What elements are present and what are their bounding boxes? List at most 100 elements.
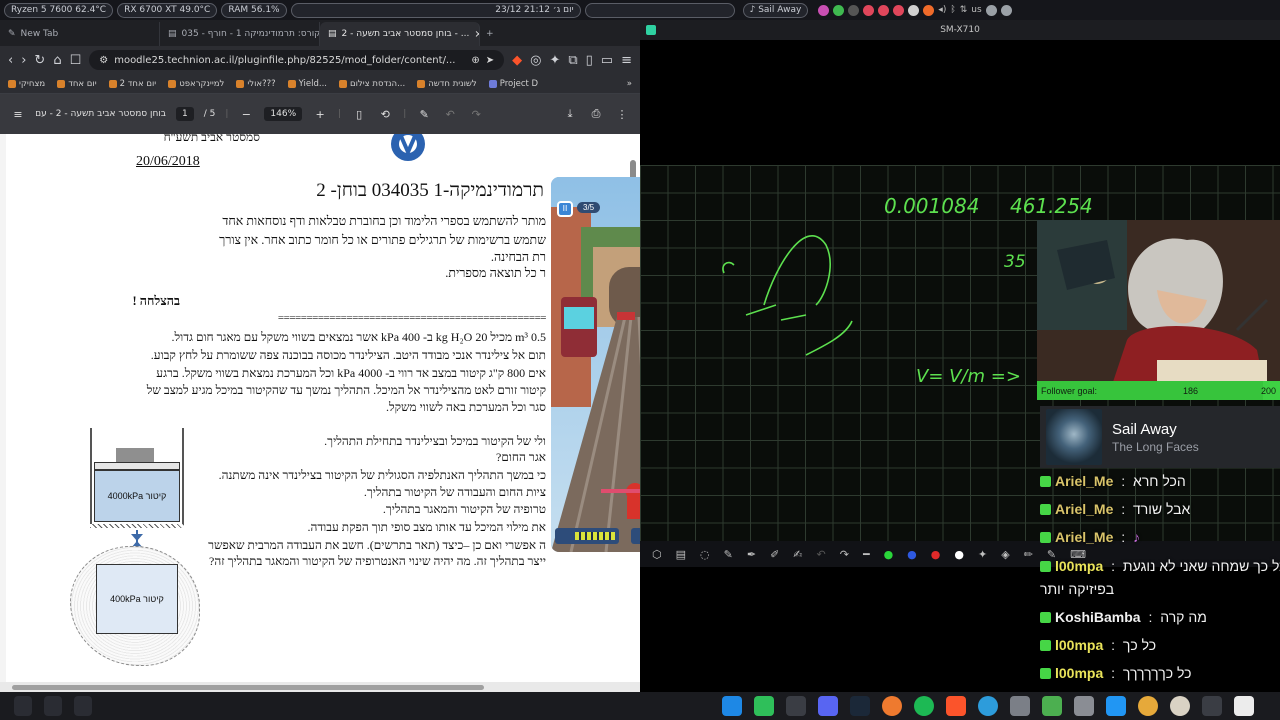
notifications-icon[interactable]: [985, 4, 997, 16]
tray-record-icon[interactable]: [893, 4, 905, 16]
color-green-swatch[interactable]: ●: [884, 548, 894, 561]
redo-icon[interactable]: ↷: [468, 108, 484, 121]
marker-icon[interactable]: ✏: [1024, 548, 1033, 561]
bluetooth-icon[interactable]: ᛒ: [950, 5, 955, 15]
new-tab-button[interactable]: +: [480, 22, 504, 46]
files-icon[interactable]: [1074, 696, 1094, 716]
tray-record-icon[interactable]: [863, 4, 875, 16]
terminal-icon[interactable]: [786, 696, 806, 716]
tray-app-icon[interactable]: [848, 4, 860, 16]
tray-app-icon[interactable]: [818, 4, 830, 16]
desktop-icon[interactable]: [44, 696, 62, 716]
tray-app-icon[interactable]: [923, 4, 935, 16]
extensions-puzzle-icon[interactable]: ⧉: [568, 53, 577, 68]
undo-icon[interactable]: ↶: [817, 548, 826, 561]
layers-icon[interactable]: [1042, 696, 1062, 716]
zoom-level[interactable]: 146%: [264, 107, 303, 121]
pdf-menu-icon[interactable]: ≡: [10, 108, 26, 121]
pdf-horizontal-scrollbar[interactable]: [0, 682, 640, 692]
zoom-out-icon[interactable]: −: [238, 108, 254, 121]
firefox-icon[interactable]: [882, 696, 902, 716]
app-icon[interactable]: [978, 696, 998, 716]
color-red-swatch[interactable]: ●: [931, 548, 941, 561]
app-icon[interactable]: [1170, 696, 1190, 716]
forward-icon[interactable]: ›: [21, 53, 26, 68]
extension-icon[interactable]: ✦: [549, 53, 560, 68]
zoom-in-icon[interactable]: +: [312, 108, 328, 121]
sparkle-icon[interactable]: ✦: [978, 548, 987, 561]
sidebar-icon[interactable]: ▯: [586, 53, 593, 68]
tab-course[interactable]: ▤קורס: תרמודינמיקה 1 - חורף - 035×: [160, 22, 320, 46]
discord-icon[interactable]: [818, 696, 838, 716]
zoom-icon[interactable]: ⊕: [471, 55, 479, 66]
highlighter-icon[interactable]: ✎: [724, 548, 733, 561]
bookmark-item[interactable]: הנדסת צילום...: [338, 79, 405, 89]
bookmark-item[interactable]: לשונית חדשה: [417, 79, 477, 89]
share-icon[interactable]: ➤: [486, 55, 494, 66]
media-widget[interactable]: ♪ Sail Away: [742, 2, 809, 18]
app-icon[interactable]: [1010, 696, 1030, 716]
site-info-icon[interactable]: ⚙: [99, 55, 108, 66]
more-options-icon[interactable]: ⋮: [614, 108, 630, 121]
tray-steam-icon[interactable]: [908, 4, 920, 16]
spotify-icon[interactable]: [914, 696, 934, 716]
line-thickness-icon[interactable]: ━: [863, 548, 870, 561]
bookmark-item[interactable]: למיינקראפט: [168, 79, 224, 89]
workspace-indicator[interactable]: [584, 2, 735, 18]
windows-start-icon[interactable]: [722, 696, 742, 716]
tab-exam-pdf[interactable]: ▤בוחן סמסטר אביב תשעה - 2 - ...×: [320, 22, 480, 46]
annotate-icon[interactable]: ✎: [416, 108, 432, 121]
brave-icon[interactable]: [946, 696, 966, 716]
volume-icon[interactable]: ◂): [938, 5, 946, 15]
undo-icon[interactable]: ↶: [442, 108, 458, 121]
back-icon[interactable]: ‹: [8, 53, 13, 68]
home-icon[interactable]: ⌂: [53, 53, 61, 68]
store-icon[interactable]: [1106, 696, 1126, 716]
brave-shield-icon[interactable]: ◆: [512, 53, 522, 68]
settings-icon[interactable]: [1202, 696, 1222, 716]
network-icon[interactable]: ⇅: [960, 5, 968, 15]
bookmark-item[interactable]: יום אחד: [57, 79, 97, 89]
redo-icon[interactable]: ↷: [840, 548, 849, 561]
extension-icon[interactable]: ◎: [530, 53, 541, 68]
address-bar[interactable]: ⚙ moodle25.technion.ac.il/pluginfile.php…: [89, 50, 505, 70]
workspace-icon[interactable]: [74, 696, 92, 716]
bookmark-item[interactable]: מצחיקי: [8, 79, 45, 89]
pen-icon[interactable]: ✒: [747, 548, 756, 561]
follower-goal-bar: Follower goal: 186 200: [1037, 381, 1280, 400]
print-icon[interactable]: ⎙: [588, 107, 604, 121]
page-number-input[interactable]: 1: [176, 107, 194, 121]
menu-icon[interactable]: ≡: [621, 53, 632, 68]
more-bookmarks-icon[interactable]: »: [627, 79, 632, 89]
tray-app-icon[interactable]: [833, 4, 845, 16]
color-white-swatch[interactable]: ●: [954, 548, 964, 561]
bookmark-item[interactable]: Project D: [488, 79, 538, 89]
shapes-icon[interactable]: ⬡: [652, 548, 662, 561]
wallet-icon[interactable]: ▭: [601, 53, 613, 68]
app-icon[interactable]: [1234, 696, 1254, 716]
keyboard-layout[interactable]: us: [971, 5, 981, 15]
bookmark-item[interactable]: אולי???: [236, 79, 276, 89]
eraser-icon[interactable]: ◈: [1001, 548, 1009, 561]
color-blue-swatch[interactable]: ●: [907, 548, 917, 561]
pause-button[interactable]: II: [557, 201, 573, 217]
start-icon[interactable]: [14, 696, 32, 716]
app-icon[interactable]: [754, 696, 774, 716]
steam-icon[interactable]: [850, 696, 870, 716]
pen-alt-icon[interactable]: ✐: [770, 548, 779, 561]
tab-new-tab[interactable]: ✎ New Tab: [0, 22, 160, 46]
bookmark-item[interactable]: יום אחד 2: [108, 79, 156, 89]
lasso-icon[interactable]: ◌: [700, 548, 710, 561]
bookmark-item[interactable]: Yield...: [287, 79, 327, 89]
power-icon[interactable]: [1000, 4, 1012, 16]
app-icon[interactable]: [1138, 696, 1158, 716]
tray-record-icon[interactable]: [878, 4, 890, 16]
clock[interactable]: 23/12 יום ג׳ 21:12: [290, 2, 581, 18]
download-icon[interactable]: ⤓: [562, 107, 578, 121]
fit-page-icon[interactable]: ▯: [351, 108, 367, 121]
rotate-icon[interactable]: ⟲: [377, 108, 393, 121]
brush-icon[interactable]: ✍: [793, 548, 802, 561]
reload-icon[interactable]: ↻: [34, 53, 45, 68]
bookmark-icon[interactable]: ☐: [70, 53, 82, 68]
layout-icon[interactable]: ▤: [676, 548, 686, 561]
